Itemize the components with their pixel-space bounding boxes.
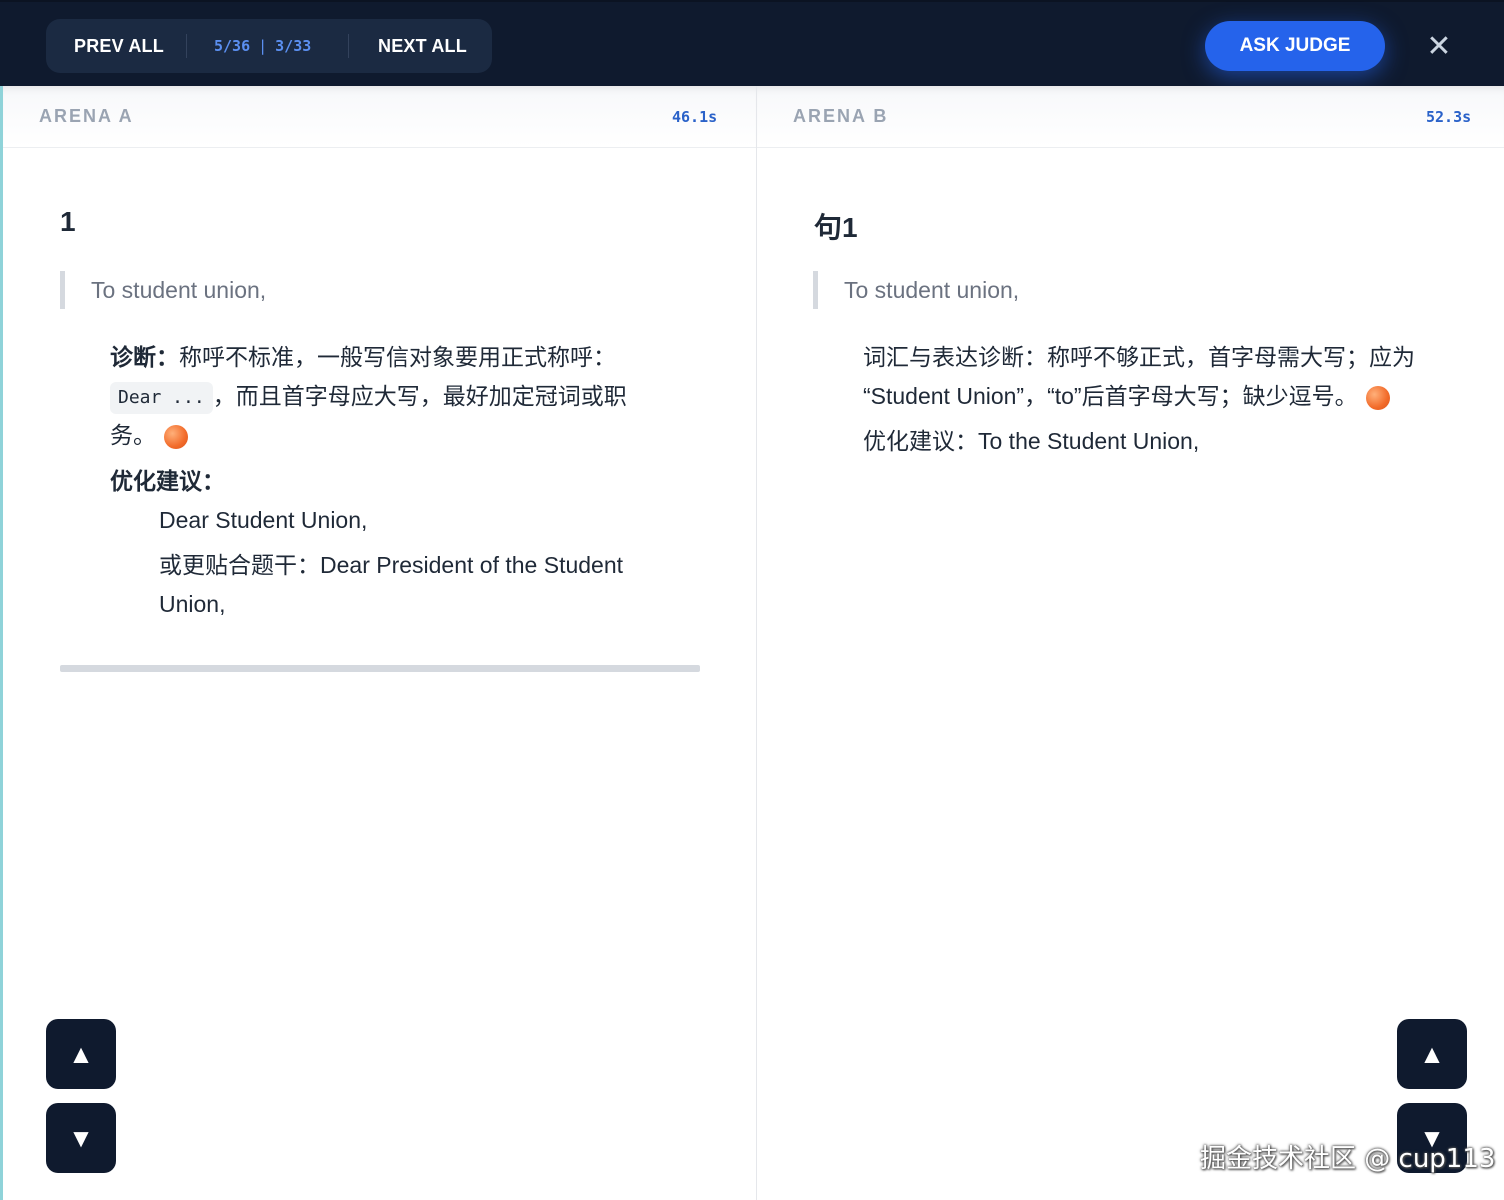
nav-separator: [186, 34, 187, 58]
arena-b-panel: ARENA B 52.3s 句1 To student union, 词汇与表达…: [757, 86, 1504, 1200]
suggestion: 优化建议：To the Student Union,: [863, 428, 1200, 454]
suggestion-1: Dear Student Union,: [159, 507, 368, 533]
diagnosis-prefix: 诊断：: [110, 344, 179, 370]
counter-separator: |: [258, 37, 268, 55]
suggestion-label: 优化建议：: [110, 468, 225, 494]
diagnosis-line-1: 词汇与表达诊断：称呼不够正式，首字母需大写；应为: [863, 344, 1415, 370]
diagnosis-text-2: ，而且首字母应大写，最好加定冠词或职: [212, 383, 627, 409]
suggestion-2a: 或更贴合题干：Dear President of the Student: [159, 552, 624, 578]
section-title: 句1: [814, 212, 858, 243]
source-quote: To student union,: [813, 271, 1019, 309]
diagnosis-text-1: 称呼不标准，一般写信对象要用正式称呼：: [179, 344, 616, 370]
section-title: 1: [60, 206, 76, 237]
counter-b: 3/33: [275, 37, 312, 55]
arena-a-panel: ARENA A 46.1s 1 To student union, 诊断：称呼不…: [0, 86, 756, 1200]
arrow-up-icon[interactable]: ▲: [1397, 1019, 1467, 1089]
diagnosis-text-3: 务。: [110, 422, 156, 448]
arena-a-label: ARENA A: [39, 106, 134, 126]
nav-counter: 5/36 | 3/33: [214, 19, 311, 73]
close-icon[interactable]: ✕: [1424, 32, 1454, 62]
source-quote: To student union,: [60, 271, 266, 309]
section-divider: [60, 665, 700, 672]
arena-a-time: 46.1s: [672, 108, 718, 126]
suggestion-2b: Union,: [159, 591, 226, 617]
watermark: 掘金技术社区 @ cup113: [1200, 1144, 1496, 1174]
diagnosis-line-1: 诊断：称呼不标准，一般写信对象要用正式称呼：: [110, 338, 616, 377]
diagnosis-text-2: “Student Union”，“to”后首字母大写；缺少逗号。: [863, 383, 1358, 409]
arrow-up-icon[interactable]: ▲: [46, 1019, 116, 1089]
status-dot-icon: [164, 424, 188, 449]
diagnosis-line-3: 务。: [110, 416, 188, 455]
status-dot-icon: [1365, 385, 1390, 410]
top-bar: PREV ALL 5/36 | 3/33 NEXT ALL ASK JUDGE ✕: [0, 0, 1504, 86]
diagnosis-line-2: Dear ... ，而且首字母应大写，最好加定冠词或职: [110, 377, 627, 416]
arena-b-time: 52.3s: [1426, 108, 1472, 126]
counter-a: 5/36: [214, 37, 251, 55]
arena-b-label: ARENA B: [793, 106, 889, 126]
nav-separator: [348, 34, 349, 58]
arrow-down-icon[interactable]: ▼: [46, 1103, 116, 1173]
diagnosis-line-2: “Student Union”，“to”后首字母大写；缺少逗号。: [863, 377, 1390, 416]
ask-judge-button[interactable]: ASK JUDGE: [1205, 21, 1385, 71]
inline-code: Dear ...: [110, 381, 213, 414]
nav-group: PREV ALL 5/36 | 3/33 NEXT ALL: [46, 19, 492, 73]
arena-a-header: ARENA A 46.1s: [3, 86, 756, 148]
prev-all-button[interactable]: PREV ALL: [74, 19, 164, 73]
next-all-button[interactable]: NEXT ALL: [378, 19, 467, 73]
arena-b-header: ARENA B 52.3s: [757, 86, 1504, 148]
